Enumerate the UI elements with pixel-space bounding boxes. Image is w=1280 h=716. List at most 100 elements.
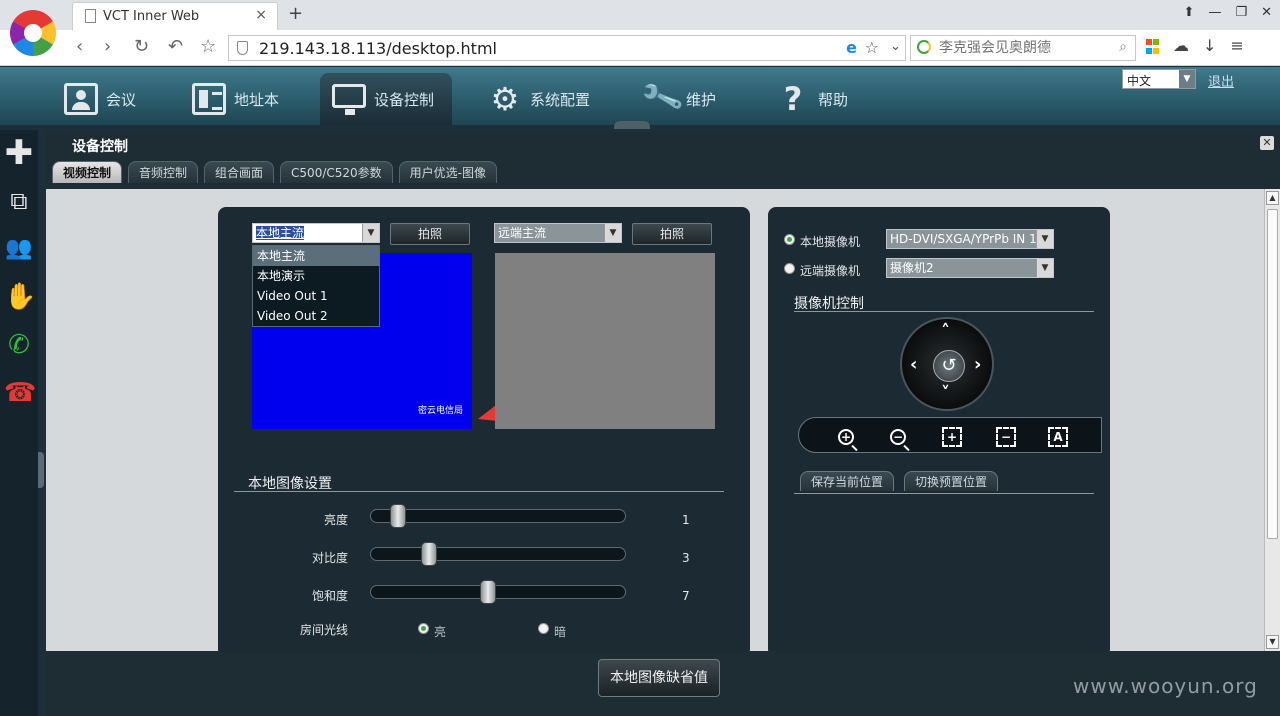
page-icon [85,9,96,23]
auto-focus-icon[interactable]: A [1045,423,1071,449]
brightness-value: 1 [682,513,690,527]
sidebar-collapse-handle[interactable] [38,452,44,488]
ie-mode-icon[interactable]: e [846,38,857,57]
video-card: 本地主流 ▼ 拍照 本地主流 本地演示 Video Out 1 Video Ou… [218,207,750,651]
slider-thumb[interactable] [390,504,406,528]
tab-composite-view[interactable]: 组合画面 [204,161,275,183]
download-icon[interactable]: ↓ [1203,36,1216,55]
local-stream-select[interactable]: 本地主流 ▼ [252,223,380,243]
contrast-slider[interactable] [370,542,626,566]
nav-device-control[interactable]: 设备控制 [320,73,452,125]
hand-raise-icon[interactable]: ✋ [4,282,36,312]
tab-close-icon[interactable]: × [255,7,267,23]
remote-source-select[interactable]: 摄像机2 ▼ [886,258,1054,278]
search-input[interactable] [939,37,1109,59]
dropdown-option[interactable]: Video Out 1 [253,286,379,306]
url-field[interactable]: 219.143.18.113/desktop.html e ☆ ⌄ [228,35,906,61]
cloud-icon[interactable]: ☁ [1173,36,1189,55]
forward-icon[interactable]: › [104,36,111,57]
tab-c500-params[interactable]: C500/C520参数 [280,161,393,183]
brightness-slider[interactable] [370,504,626,528]
zoom-out-icon[interactable]: − [885,423,911,449]
new-tab-button[interactable]: + [288,3,303,24]
search-engine-icon[interactable] [917,40,931,54]
save-position-button[interactable]: 保存当前位置 [800,471,895,491]
zoom-in-icon[interactable]: + [833,423,859,449]
dropdown-option[interactable]: 本地主流 [253,246,379,266]
address-bar: ‹ › ↻ ↶ ☆ 219.143.18.113/desktop.html e … [0,30,1280,66]
language-select[interactable]: 中文 ▼ [1122,69,1196,89]
slider-thumb[interactable] [421,542,437,566]
url-text[interactable]: 219.143.18.113/desktop.html [259,39,497,58]
room-light-bright-radio[interactable] [418,623,429,634]
collapse-handle[interactable] [614,121,650,129]
nav-label: 设备控制 [374,90,435,109]
dropdown-option[interactable]: 本地演示 [253,266,379,286]
slider-thumb[interactable] [480,580,496,604]
security-shield-icon [237,41,248,55]
scroll-down-icon[interactable]: ▼ [1266,635,1279,649]
switch-preset-button[interactable]: 切换预置位置 [904,471,999,491]
nav-system-config[interactable]: ⚙ 系统配置 [476,73,602,125]
tab-video-control[interactable]: 视频控制 [52,161,123,183]
tab-user-image-pref[interactable]: 用户优选-图像 [398,161,498,183]
reload-icon[interactable]: ↻ [134,36,149,57]
group-icon[interactable]: 👥 [4,234,34,264]
remote-camera-radio[interactable] [784,263,795,274]
close-icon[interactable]: ✕ [1260,136,1274,150]
favorite-star-icon[interactable]: ☆ [865,38,879,57]
chevron-down-icon: ▼ [1036,230,1053,248]
tilt-up-icon[interactable]: ˄ [941,323,950,341]
nav-meeting[interactable]: 会议 [52,73,148,125]
room-light-dark-radio[interactable] [538,623,549,634]
reset-defaults-button[interactable]: 本地图像缺省值 [598,659,720,697]
nav-maintenance[interactable]: 🔧 维护 [632,73,728,125]
local-source-value: HD-DVI/SXGA/YPrPb IN 1 [890,232,1037,246]
search-icon[interactable]: ⌕ [1119,39,1127,55]
tab-audio-control[interactable]: 音频控制 [128,161,199,183]
nav-label: 系统配置 [530,90,591,109]
dropdown-option[interactable]: Video Out 2 [253,306,379,326]
scroll-up-icon[interactable]: ▲ [1266,191,1279,205]
close-window-icon[interactable]: ✕ [1261,5,1272,20]
pin-icon[interactable]: ⬆ [1184,5,1195,20]
quick-sidebar: ✚ ⧉ 👥 ✋ ✆ ☎ [0,130,38,716]
video-overlay-text: 密云电信局 [418,406,464,416]
logout-link[interactable]: 退出 [1208,71,1234,90]
local-source-select[interactable]: HD-DVI/SXGA/YPrPb IN 1 ▼ [886,229,1054,249]
maximize-icon[interactable]: ❐ [1235,5,1247,20]
local-snapshot-button[interactable]: 拍照 [390,223,470,245]
scroll-thumb[interactable] [1267,209,1278,539]
ptz-home-icon[interactable]: ↺ [933,350,965,382]
menu-icon[interactable]: ≡ [1230,36,1243,55]
remote-snapshot-button[interactable]: 拍照 [632,223,712,245]
browser-logo[interactable] [10,10,56,56]
image-settings-title: 本地图像设置 [248,476,332,492]
undo-icon[interactable]: ↶ [168,36,183,57]
tilt-down-icon[interactable]: ˅ [941,385,950,403]
content-scrollbar[interactable]: ▲ ▼ [1264,189,1280,651]
hangup-icon[interactable]: ☎ [4,378,36,408]
bookmark-star-icon[interactable]: ☆ [200,36,216,57]
remote-stream-select[interactable]: 远端主流 ▼ [494,223,622,243]
local-camera-label: 本地摄像机 [800,235,861,249]
nav-address-book[interactable]: 地址本 [180,73,291,125]
focus-far-icon[interactable]: − [993,423,1019,449]
panel-title: 设备控制 [72,139,128,155]
saturation-slider[interactable] [370,580,626,604]
minimize-icon[interactable]: — [1208,5,1221,20]
back-icon[interactable]: ‹ [76,36,83,57]
address-book-icon [192,83,226,115]
add-icon[interactable]: ✚ [4,136,34,170]
apps-grid-icon[interactable] [1146,39,1159,55]
contact-search-icon[interactable]: ⧉ [4,186,34,216]
chevron-down-icon[interactable]: ⌄ [890,39,901,54]
browser-tab[interactable]: VCT Inner Web × [72,2,278,30]
local-camera-radio[interactable] [784,234,795,245]
call-icon[interactable]: ✆ [4,330,34,360]
nav-help[interactable]: ? 帮助 [764,73,860,125]
monitor-icon [332,84,366,115]
pan-right-icon[interactable]: › [974,356,981,374]
pan-left-icon[interactable]: ‹ [910,356,917,374]
focus-near-icon[interactable]: + [939,423,965,449]
